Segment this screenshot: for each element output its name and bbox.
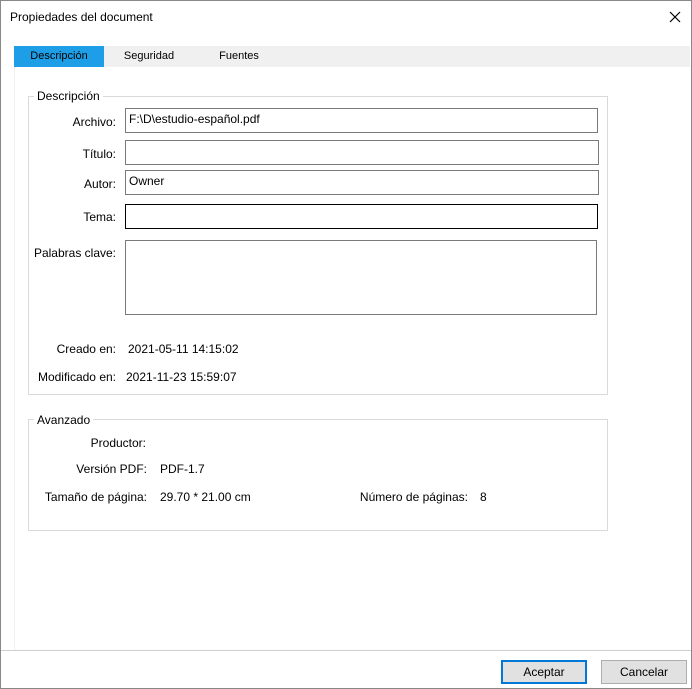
version-pdf-label: Versión PDF:: [76, 462, 147, 476]
tab-seguridad[interactable]: Seguridad: [112, 46, 186, 67]
palabras-clave-label: Palabras clave:: [33, 246, 116, 260]
archivo-field[interactable]: F:\D\estudio-español.pdf: [125, 108, 598, 133]
version-pdf-value: PDF-1.7: [160, 462, 205, 476]
tab-bar: Descripción Seguridad Fuentes: [14, 46, 690, 67]
footer-divider: [1, 650, 691, 651]
autor-field[interactable]: Owner: [125, 170, 599, 195]
tab-descripcion[interactable]: Descripción: [14, 46, 104, 67]
properties-dialog: Propiedades del document Descripción Seg…: [0, 0, 692, 689]
advanced-group-label: Avanzado: [34, 413, 94, 427]
modificado-value: 2021-11-23 15:59:07: [126, 370, 237, 384]
modificado-label: Modificado en:: [37, 370, 116, 384]
tema-field[interactable]: [125, 204, 598, 229]
numero-paginas-label: Número de páginas:: [359, 490, 468, 504]
dialog-title: Propiedades del document: [10, 10, 153, 24]
creado-value: 2021-05-11 14:15:02: [128, 342, 239, 356]
close-icon[interactable]: [665, 7, 685, 27]
tamano-pagina-label: Tamaño de página:: [44, 490, 147, 504]
aceptar-button[interactable]: Aceptar: [501, 660, 587, 684]
tab-fuentes[interactable]: Fuentes: [204, 46, 274, 67]
description-group-label: Descripción: [34, 89, 103, 103]
numero-paginas-value: 8: [480, 490, 487, 504]
tema-label: Tema:: [83, 210, 116, 224]
archivo-label: Archivo:: [72, 115, 116, 129]
titulo-label: Título:: [82, 147, 116, 161]
productor-label: Productor:: [90, 436, 146, 450]
tamano-pagina-value: 29.70 * 21.00 cm: [160, 490, 251, 504]
cancelar-button[interactable]: Cancelar: [601, 660, 687, 684]
titulo-field[interactable]: [125, 140, 599, 165]
autor-label: Autor:: [83, 177, 116, 191]
creado-label: Creado en:: [56, 342, 116, 356]
palabras-clave-field[interactable]: [125, 240, 597, 315]
